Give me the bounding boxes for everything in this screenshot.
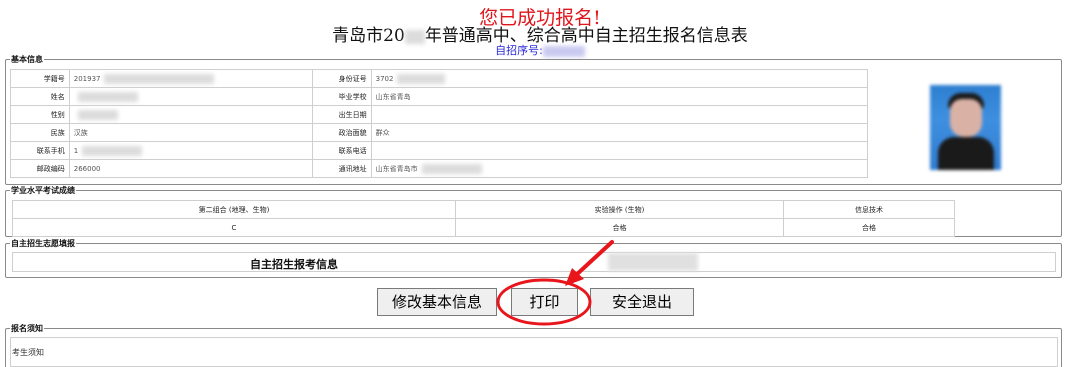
basic-value-2-text: 3702: [375, 74, 394, 83]
basic-label-2: 联系电话: [311, 141, 372, 160]
basic-info-legend: 基本信息: [11, 55, 43, 64]
basic-value-1-text: 1: [73, 146, 79, 155]
scores-legend: 学业水平考试成绩: [11, 186, 75, 195]
score-value-1: C: [12, 218, 456, 237]
notice-box: [10, 337, 1058, 367]
basic-info-table: 学籍号 201937 身份证号 3702 姓名 毕业学校 山东省青岛性别 出生日期民族 汉族 政治…: [10, 69, 869, 178]
basic-value-1: 266000: [68, 159, 313, 178]
basic-value-2: 3702: [370, 69, 869, 88]
basic-value-1: 汉族: [68, 123, 313, 142]
basic-value-1: [68, 87, 313, 106]
basic-value-1-text: 266000: [73, 164, 101, 173]
score-value-2: 合格: [455, 218, 784, 237]
basic-label-2: 出生日期: [311, 105, 372, 124]
basic-label-1: 性别: [10, 105, 70, 124]
basic-label-2-text: 政治面貌: [338, 128, 367, 137]
score-header-1: 第二组合 (地理、生物): [12, 200, 456, 219]
basic-label-1-text: 联系手机: [36, 146, 65, 155]
basic-label-2-text: 毕业学校: [338, 92, 367, 101]
redacted-value: [82, 145, 143, 156]
basic-value-1-text: 汉族: [73, 128, 88, 137]
basic-value-2: [370, 141, 869, 160]
volunteer-box: [12, 252, 1056, 272]
photo-face: [950, 99, 982, 137]
basic-info-row: 联系手机 1 联系电话: [10, 141, 869, 160]
redacted-value: [77, 109, 118, 120]
basic-label-2-text: 通讯地址: [338, 164, 367, 173]
basic-value-2: 群众: [370, 123, 869, 142]
basic-label-1: 邮政编码: [10, 159, 70, 178]
basic-value-2-text: 群众: [375, 128, 390, 137]
basic-value-1: [68, 105, 313, 124]
print-button[interactable]: 打印: [511, 288, 578, 316]
notice-text: 考生须知: [12, 348, 44, 357]
basic-value-2: 山东省青岛: [370, 87, 869, 106]
basic-label-1-text: 性别: [50, 110, 65, 119]
basic-label-1: 姓名: [10, 87, 70, 106]
basic-label-2: 毕业学校: [311, 87, 372, 106]
basic-label-1: 民族: [10, 123, 70, 142]
basic-label-2-text: 联系电话: [338, 146, 367, 155]
basic-info-row: 性别 出生日期: [10, 105, 869, 124]
score-header-2: 实验操作 (生物): [455, 200, 784, 219]
redacted-value: [77, 91, 138, 102]
basic-label-2-text: 出生日期: [338, 110, 367, 119]
basic-label-1: 联系手机: [10, 141, 70, 160]
basic-label-2: 身份证号: [311, 69, 372, 88]
basic-label-1: 学籍号: [10, 69, 70, 88]
basic-value-1: 1: [68, 141, 313, 160]
basic-value-2-text: 山东省青岛: [375, 92, 411, 101]
redacted-value: [104, 73, 215, 84]
redacted-value: [397, 73, 446, 84]
basic-info-row: 民族 汉族 政治面貌 群众: [10, 123, 869, 142]
redacted-value: [421, 163, 482, 174]
score-header-3: 信息技术: [783, 200, 955, 219]
basic-value-1: 201937: [68, 69, 313, 88]
basic-label-1-text: 学籍号: [43, 74, 65, 83]
redacted-volunteer: [608, 253, 698, 271]
basic-value-2: [370, 105, 869, 124]
student-photo: [930, 85, 1001, 170]
score-value-3: 合格: [783, 218, 955, 237]
volunteer-legend: 自主招生志愿填报: [11, 239, 75, 248]
photo-body: [938, 137, 994, 170]
notice-legend: 报名须知: [11, 324, 43, 333]
basic-value-1-text: 201937: [73, 74, 101, 83]
basic-label-2: 通讯地址: [311, 159, 372, 178]
logout-button[interactable]: 安全退出: [590, 288, 694, 316]
basic-info-row: 邮政编码 266000 通讯地址 山东省青岛市: [10, 159, 869, 178]
basic-label-1-text: 邮政编码: [36, 164, 65, 173]
basic-value-2-text: 山东省青岛市: [375, 164, 418, 173]
edit-info-button[interactable]: 修改基本信息: [377, 288, 497, 316]
basic-info-row: 学籍号 201937 身份证号 3702: [10, 69, 869, 88]
basic-label-1-text: 姓名: [50, 92, 65, 101]
scores-table: 第二组合 (地理、生物) 实验操作 (生物) 信息技术 C 合格 合格: [12, 200, 955, 237]
basic-info-row: 姓名 毕业学校 山东省青岛: [10, 87, 869, 106]
basic-value-2: 山东省青岛市: [370, 159, 869, 178]
volunteer-label: 自主招生报考信息: [250, 258, 338, 271]
basic-label-1-text: 民族: [50, 128, 65, 137]
basic-label-2: 政治面貌: [311, 123, 372, 142]
basic-label-2-text: 身份证号: [338, 74, 367, 83]
